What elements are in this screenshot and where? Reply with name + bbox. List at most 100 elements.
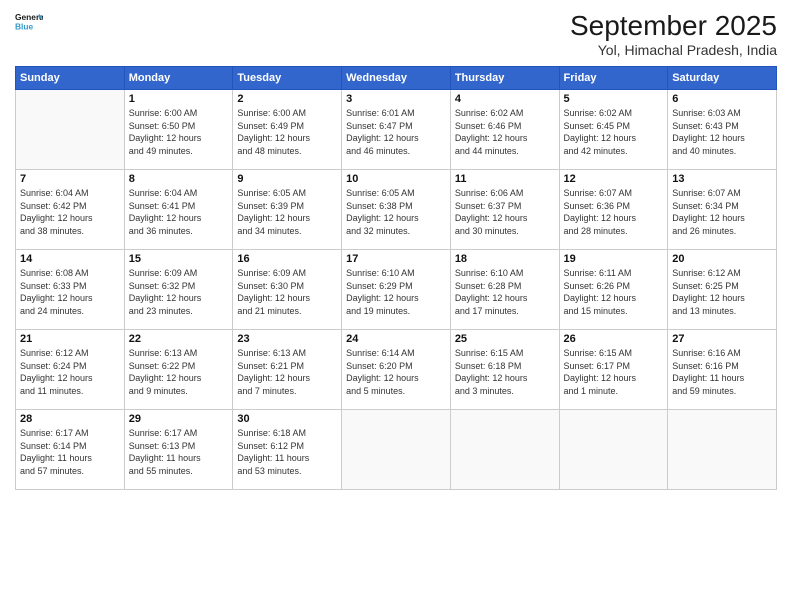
day-info: Sunrise: 6:15 AM Sunset: 6:17 PM Dayligh… — [564, 347, 664, 397]
weekday-header-monday: Monday — [124, 67, 233, 90]
week-row-3: 14 Sunrise: 6:08 AM Sunset: 6:33 PM Dayli… — [16, 250, 777, 330]
day-number: 18 — [455, 253, 555, 265]
day-number: 7 — [20, 173, 120, 185]
day-number: 8 — [129, 173, 229, 185]
calendar-cell: 17 Sunrise: 6:10 AM Sunset: 6:29 PM Dayli… — [342, 250, 451, 330]
calendar-cell: 5 Sunrise: 6:02 AM Sunset: 6:45 PM Daylig… — [559, 90, 668, 170]
day-number: 25 — [455, 333, 555, 345]
calendar-cell: 26Sunrise: 6:15 AM Sunset: 6:17 PM Dayli… — [559, 330, 668, 410]
weekday-header-tuesday: Tuesday — [233, 67, 342, 90]
day-number: 6 — [672, 93, 772, 105]
day-info: Sunrise: 6:09 AM Sunset: 6:32 PM Dayligh… — [129, 267, 229, 317]
day-info: Sunrise: 6:05 AM Sunset: 6:38 PM Dayligh… — [346, 187, 446, 237]
day-number: 24 — [346, 333, 446, 345]
day-number: 21 — [20, 333, 120, 345]
day-info: Sunrise: 6:04 AM Sunset: 6:42 PM Dayligh… — [20, 187, 120, 237]
day-info: Sunrise: 6:07 AM Sunset: 6:36 PM Dayligh… — [564, 187, 664, 237]
calendar-cell: 4 Sunrise: 6:02 AM Sunset: 6:46 PM Daylig… — [450, 90, 559, 170]
day-number: 16 — [237, 253, 337, 265]
weekday-header-row: SundayMondayTuesdayWednesdayThursdayFrid… — [16, 67, 777, 90]
calendar-cell: 8 Sunrise: 6:04 AM Sunset: 6:41 PM Daylig… — [124, 170, 233, 250]
weekday-header-wednesday: Wednesday — [342, 67, 451, 90]
day-info: Sunrise: 6:12 AM Sunset: 6:24 PM Dayligh… — [20, 347, 120, 397]
day-info: Sunrise: 6:10 AM Sunset: 6:28 PM Dayligh… — [455, 267, 555, 317]
day-info: Sunrise: 6:04 AM Sunset: 6:41 PM Dayligh… — [129, 187, 229, 237]
calendar-cell: 15Sunrise: 6:09 AM Sunset: 6:32 PM Dayli… — [124, 250, 233, 330]
day-number: 22 — [129, 333, 229, 345]
weekday-header-friday: Friday — [559, 67, 668, 90]
calendar-cell: 16 Sunrise: 6:09 AM Sunset: 6:30 PM Dayli… — [233, 250, 342, 330]
calendar-cell: 29Sunrise: 6:17 AM Sunset: 6:13 PM Dayli… — [124, 410, 233, 490]
calendar-cell: 22 Sunrise: 6:13 AM Sunset: 6:22 PM Dayli… — [124, 330, 233, 410]
calendar-cell: 13 Sunrise: 6:07 AM Sunset: 6:34 PM Dayli… — [668, 170, 777, 250]
header: General Blue September 2025 Yol, Himacha… — [15, 10, 777, 58]
day-info: Sunrise: 6:02 AM Sunset: 6:46 PM Dayligh… — [455, 107, 555, 157]
day-info: Sunrise: 6:16 AM Sunset: 6:16 PM Dayligh… — [672, 347, 772, 397]
day-number: 9 — [237, 173, 337, 185]
calendar-cell: 25 Sunrise: 6:15 AM Sunset: 6:18 PM Dayli… — [450, 330, 559, 410]
day-number: 20 — [672, 253, 772, 265]
calendar-cell — [16, 90, 125, 170]
day-number: 30 — [237, 413, 337, 425]
day-number: 3 — [346, 93, 446, 105]
day-number: 4 — [455, 93, 555, 105]
day-info: Sunrise: 6:11 AM Sunset: 6:26 PM Dayligh… — [564, 267, 664, 317]
weekday-header-thursday: Thursday — [450, 67, 559, 90]
day-info: Sunrise: 6:00 AM Sunset: 6:50 PM Dayligh… — [129, 107, 229, 157]
day-info: Sunrise: 6:03 AM Sunset: 6:43 PM Dayligh… — [672, 107, 772, 157]
calendar-cell — [559, 410, 668, 490]
day-info: Sunrise: 6:10 AM Sunset: 6:29 PM Dayligh… — [346, 267, 446, 317]
day-number: 2 — [237, 93, 337, 105]
logo: General Blue — [15, 10, 43, 38]
calendar-cell: 10Sunrise: 6:05 AM Sunset: 6:38 PM Dayli… — [342, 170, 451, 250]
calendar-cell: 24Sunrise: 6:14 AM Sunset: 6:20 PM Dayli… — [342, 330, 451, 410]
calendar-cell — [450, 410, 559, 490]
page: General Blue September 2025 Yol, Himacha… — [0, 0, 792, 612]
calendar-cell — [342, 410, 451, 490]
calendar-cell: 9 Sunrise: 6:05 AM Sunset: 6:39 PM Daylig… — [233, 170, 342, 250]
calendar-cell — [668, 410, 777, 490]
week-row-4: 21 Sunrise: 6:12 AM Sunset: 6:24 PM Dayli… — [16, 330, 777, 410]
calendar-cell: 1Sunrise: 6:00 AM Sunset: 6:50 PM Daylig… — [124, 90, 233, 170]
logo-icon: General Blue — [15, 10, 43, 38]
calendar-cell: 27 Sunrise: 6:16 AM Sunset: 6:16 PM Dayli… — [668, 330, 777, 410]
day-info: Sunrise: 6:13 AM Sunset: 6:22 PM Dayligh… — [129, 347, 229, 397]
day-info: Sunrise: 6:05 AM Sunset: 6:39 PM Dayligh… — [237, 187, 337, 237]
calendar-cell: 14 Sunrise: 6:08 AM Sunset: 6:33 PM Dayli… — [16, 250, 125, 330]
calendar-cell: 12 Sunrise: 6:07 AM Sunset: 6:36 PM Dayli… — [559, 170, 668, 250]
day-info: Sunrise: 6:00 AM Sunset: 6:49 PM Dayligh… — [237, 107, 337, 157]
calendar-cell: 7 Sunrise: 6:04 AM Sunset: 6:42 PM Daylig… — [16, 170, 125, 250]
calendar-table: SundayMondayTuesdayWednesdayThursdayFrid… — [15, 66, 777, 490]
week-row-2: 7 Sunrise: 6:04 AM Sunset: 6:42 PM Daylig… — [16, 170, 777, 250]
day-info: Sunrise: 6:02 AM Sunset: 6:45 PM Dayligh… — [564, 107, 664, 157]
day-number: 27 — [672, 333, 772, 345]
day-number: 5 — [564, 93, 664, 105]
day-info: Sunrise: 6:09 AM Sunset: 6:30 PM Dayligh… — [237, 267, 337, 317]
day-number: 12 — [564, 173, 664, 185]
day-info: Sunrise: 6:15 AM Sunset: 6:18 PM Dayligh… — [455, 347, 555, 397]
calendar-cell: 3Sunrise: 6:01 AM Sunset: 6:47 PM Daylig… — [342, 90, 451, 170]
svg-text:Blue: Blue — [15, 22, 33, 32]
calendar-cell: 11 Sunrise: 6:06 AM Sunset: 6:37 PM Dayli… — [450, 170, 559, 250]
week-row-1: 1Sunrise: 6:00 AM Sunset: 6:50 PM Daylig… — [16, 90, 777, 170]
calendar-cell: 19 Sunrise: 6:11 AM Sunset: 6:26 PM Dayli… — [559, 250, 668, 330]
day-number: 14 — [20, 253, 120, 265]
day-number: 28 — [20, 413, 120, 425]
calendar-cell: 6 Sunrise: 6:03 AM Sunset: 6:43 PM Daylig… — [668, 90, 777, 170]
day-number: 23 — [237, 333, 337, 345]
calendar-cell: 23 Sunrise: 6:13 AM Sunset: 6:21 PM Dayli… — [233, 330, 342, 410]
calendar-cell: 18 Sunrise: 6:10 AM Sunset: 6:28 PM Dayli… — [450, 250, 559, 330]
day-number: 17 — [346, 253, 446, 265]
day-number: 19 — [564, 253, 664, 265]
day-info: Sunrise: 6:08 AM Sunset: 6:33 PM Dayligh… — [20, 267, 120, 317]
day-info: Sunrise: 6:18 AM Sunset: 6:12 PM Dayligh… — [237, 427, 337, 477]
calendar-cell: 2 Sunrise: 6:00 AM Sunset: 6:49 PM Daylig… — [233, 90, 342, 170]
day-info: Sunrise: 6:17 AM Sunset: 6:14 PM Dayligh… — [20, 427, 120, 477]
day-info: Sunrise: 6:07 AM Sunset: 6:34 PM Dayligh… — [672, 187, 772, 237]
day-info: Sunrise: 6:06 AM Sunset: 6:37 PM Dayligh… — [455, 187, 555, 237]
day-number: 13 — [672, 173, 772, 185]
weekday-header-sunday: Sunday — [16, 67, 125, 90]
location: Yol, Himachal Pradesh, India — [570, 42, 777, 58]
day-number: 11 — [455, 173, 555, 185]
day-info: Sunrise: 6:13 AM Sunset: 6:21 PM Dayligh… — [237, 347, 337, 397]
